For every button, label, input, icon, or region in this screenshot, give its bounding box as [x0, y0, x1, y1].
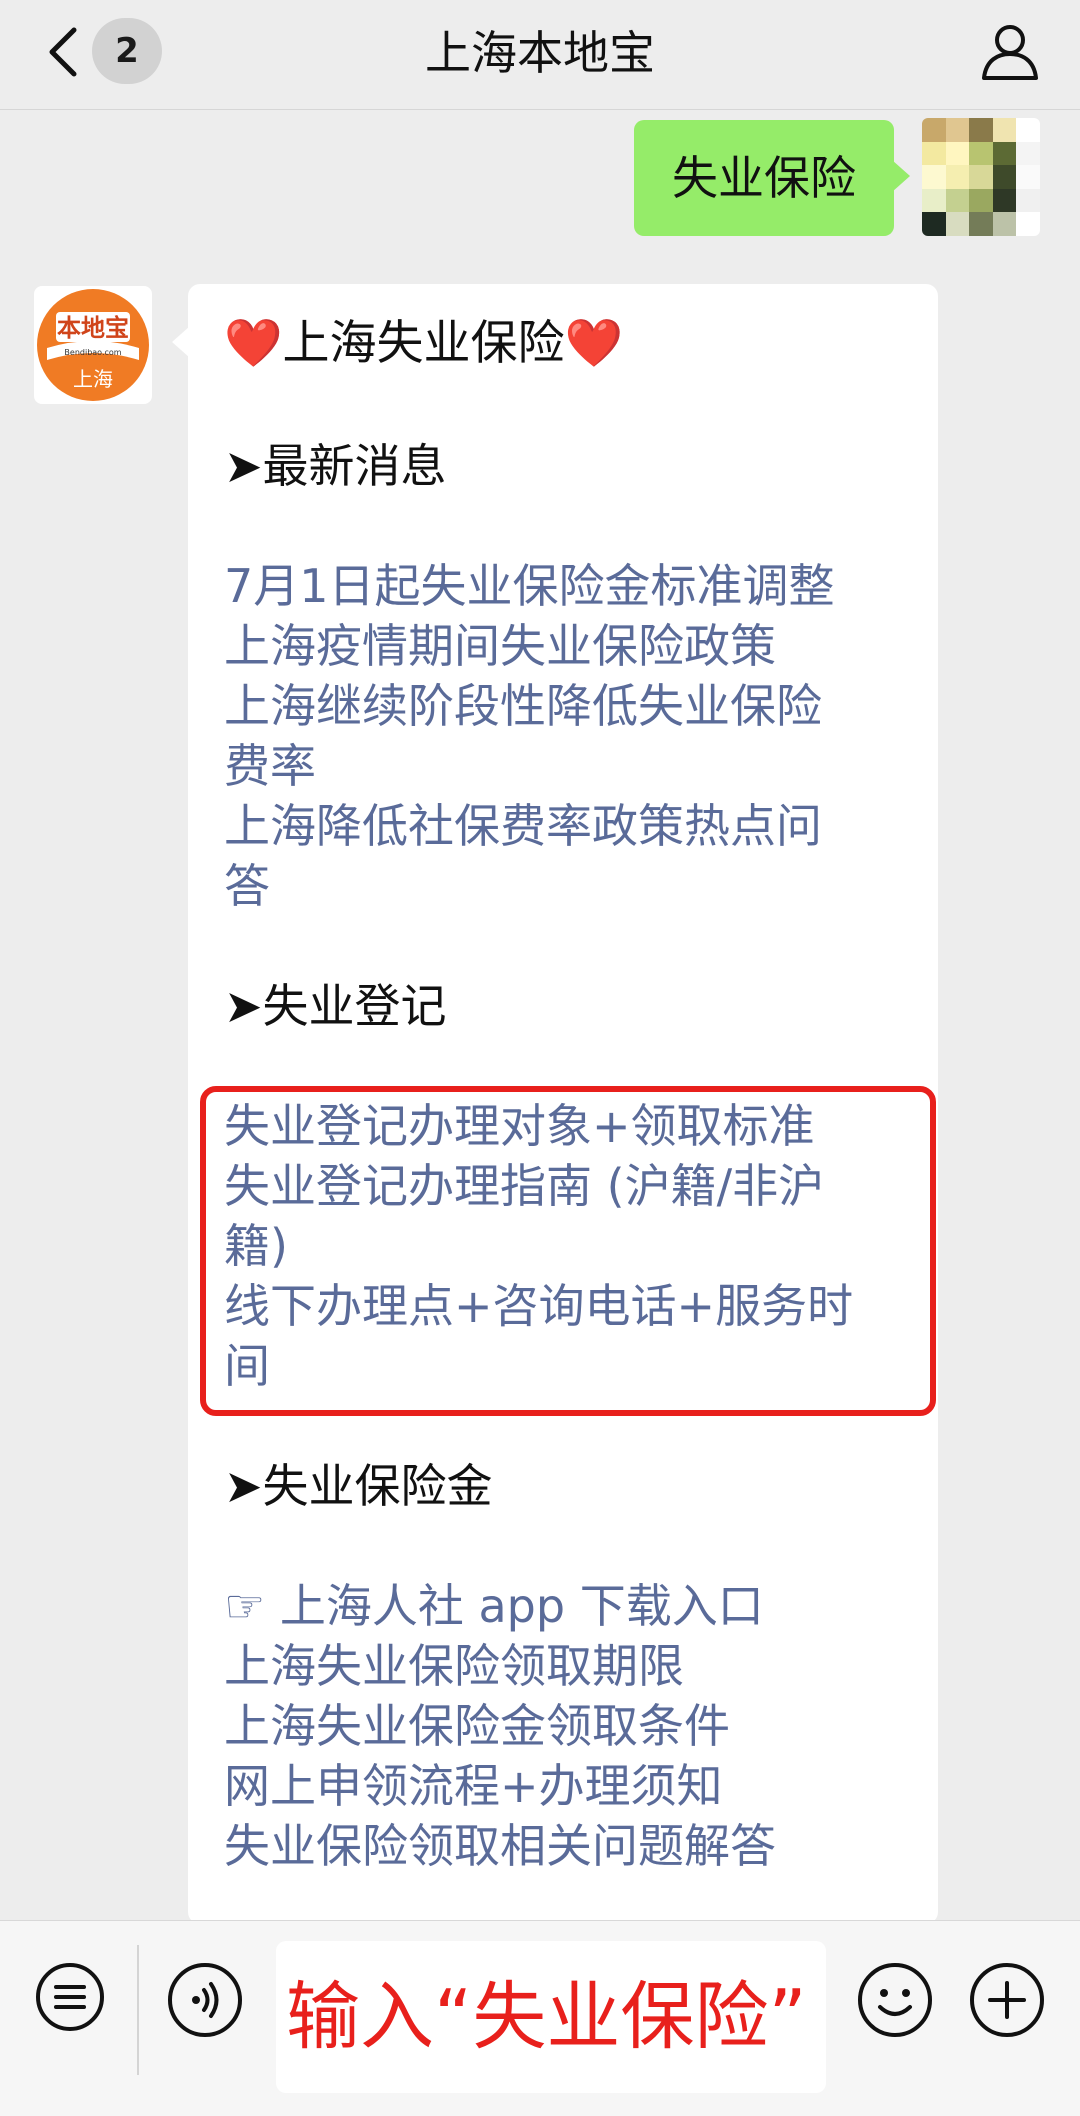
link-item[interactable]: 费率	[224, 736, 904, 796]
message-title-text: 上海失业保险	[282, 316, 565, 371]
link-item[interactable]: 线下办理点+咨询电话+服务时	[224, 1276, 904, 1336]
section-heading-benefits: ➤失业保险金	[224, 1459, 493, 1513]
link-item[interactable]: 7月1日起失业保险金标准调整	[224, 556, 904, 616]
link-item[interactable]: 上海疫情期间失业保险政策	[224, 616, 904, 676]
link-item[interactable]: 籍)	[224, 1216, 904, 1276]
link-item[interactable]: 失业登记办理对象+领取标准	[224, 1096, 904, 1156]
plus-icon	[970, 1963, 1044, 2037]
person-icon	[982, 25, 1038, 80]
profile-button[interactable]	[978, 20, 1042, 84]
link-item[interactable]: 失业保险领取相关问题解答	[224, 1816, 904, 1876]
logo-city: 上海	[73, 367, 113, 391]
menu-toggle-button[interactable]	[34, 1961, 106, 2033]
official-account-avatar[interactable]: 本地宝 Bendibao.com 上海	[34, 286, 152, 404]
logo-domain: Bendibao.com	[64, 348, 121, 357]
list-menu-icon	[36, 1963, 104, 2031]
heart-right-icon: ❤️	[564, 316, 624, 371]
voice-input-button[interactable]	[166, 1961, 244, 2039]
logo-text: 本地宝	[57, 314, 129, 342]
link-item[interactable]: 上海降低社保费率政策热点问	[224, 796, 904, 856]
section-heading-news: ➤最新消息	[224, 439, 447, 493]
bendibao-logo-icon: 本地宝 Bendibao.com 上海	[37, 289, 149, 401]
input-toolbar	[0, 1920, 1080, 2116]
chat-title: 上海本地宝	[425, 26, 655, 80]
link-item[interactable]: 上海失业保险领取期限	[224, 1636, 904, 1696]
outgoing-message-row: 失业保险	[440, 118, 1040, 238]
voice-icon	[168, 1963, 242, 2037]
link-item[interactable]: 答	[224, 856, 904, 916]
emoji-button[interactable]	[856, 1961, 934, 2039]
toolbar-divider	[137, 1945, 139, 2075]
message-title: ❤️上海失业保险❤️	[224, 312, 904, 376]
user-avatar[interactable]	[922, 118, 1040, 236]
more-options-button[interactable]	[968, 1961, 1046, 2039]
outgoing-message-bubble[interactable]: 失业保险	[634, 120, 910, 236]
incoming-message-bubble: ❤️上海失业保险❤️ ➤最新消息 7月1日起失业保险金标准调整 上海疫情期间失业…	[172, 284, 938, 1924]
section-heading-registration: ➤失业登记	[224, 979, 447, 1033]
link-item[interactable]: 上海失业保险金领取条件	[224, 1696, 904, 1756]
smiley-icon	[858, 1963, 932, 2037]
heart-left-icon: ❤️	[224, 316, 283, 371]
message-input[interactable]	[276, 1941, 826, 2093]
link-item[interactable]: 间	[224, 1336, 904, 1396]
link-item[interactable]: 网上申领流程+办理须知	[224, 1756, 904, 1816]
link-item[interactable]: 上海继续阶段性降低失业保险	[224, 676, 904, 736]
link-item[interactable]: ☞ 上海人社 app 下载入口	[224, 1576, 904, 1636]
chat-header: 2 上海本地宝	[0, 0, 1080, 110]
link-item[interactable]: 失业登记办理指南 (沪籍/非沪	[224, 1156, 904, 1216]
